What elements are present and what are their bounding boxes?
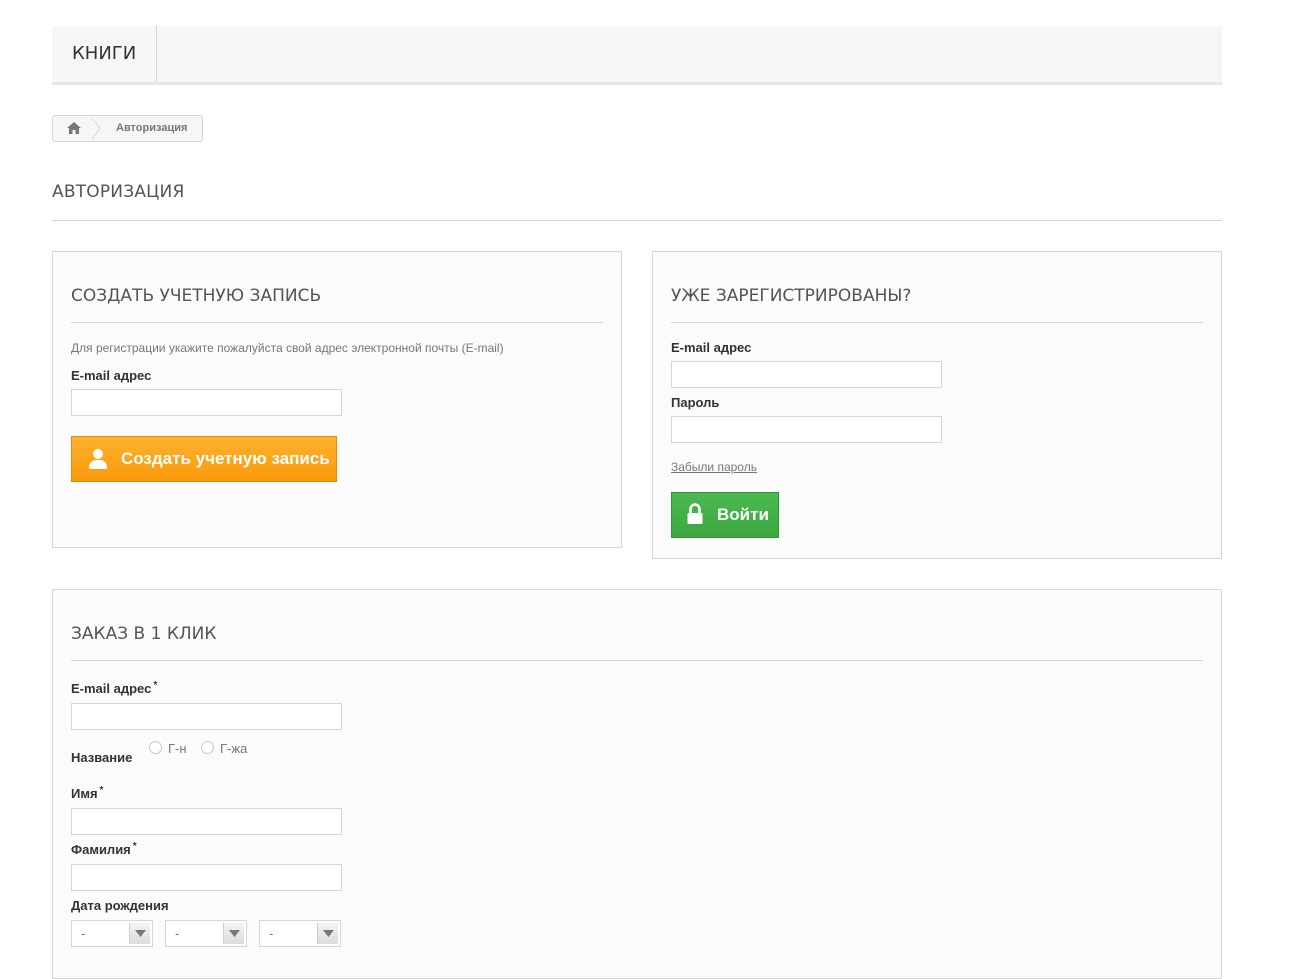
create-account-title: СОЗДАТЬ УЧЕТНУЮ ЗАПИСЬ bbox=[71, 285, 603, 323]
birth-year-select[interactable]: - bbox=[259, 920, 341, 947]
birth-day-value: - bbox=[81, 926, 86, 941]
radio-mr[interactable]: Г-н bbox=[149, 741, 187, 757]
radio-mrs-label: Г-жа bbox=[220, 741, 248, 756]
salutation-label: Название bbox=[71, 750, 133, 765]
home-icon bbox=[67, 122, 81, 134]
first-name-label-text: Имя bbox=[71, 786, 98, 801]
login-button[interactable]: Войти bbox=[671, 492, 779, 538]
lock-icon bbox=[687, 503, 703, 524]
first-name-label: Имя * bbox=[71, 785, 104, 802]
last-name-label: Фамилия * bbox=[71, 841, 137, 858]
login-title: УЖЕ ЗАРЕГИСТРИРОВАНЫ? bbox=[671, 285, 1203, 323]
order-email-input[interactable] bbox=[71, 703, 342, 730]
login-button-label: Войти bbox=[717, 505, 769, 524]
create-account-form: СОЗДАТЬ УЧЕТНУЮ ЗАПИСЬ Для регистрации у… bbox=[52, 251, 622, 548]
user-icon bbox=[89, 449, 107, 469]
create-account-button[interactable]: Создать учетную запись bbox=[71, 436, 337, 482]
login-email-input[interactable] bbox=[671, 361, 942, 388]
birth-month-value: - bbox=[175, 926, 180, 941]
birth-day-select[interactable]: - bbox=[71, 920, 153, 947]
create-email-label: E-mail адрес bbox=[71, 368, 152, 383]
one-click-order-form: ЗАКАЗ В 1 КЛИК E-mail адрес * Название Г-… bbox=[52, 589, 1222, 979]
create-email-input[interactable] bbox=[71, 389, 342, 416]
one-click-title: ЗАКАЗ В 1 КЛИК bbox=[71, 623, 1203, 661]
password-label: Пароль bbox=[671, 395, 720, 410]
menu-item-books[interactable]: КНИГИ bbox=[52, 26, 157, 82]
chevron-down-icon[interactable] bbox=[129, 923, 150, 944]
birth-year-value: - bbox=[269, 926, 274, 941]
create-account-hint: Для регистрации укажите пожалуйста свой … bbox=[71, 341, 504, 355]
breadcrumb-separator bbox=[91, 117, 101, 140]
required-mark: * bbox=[132, 841, 137, 852]
radio-mrs-circle[interactable] bbox=[201, 741, 214, 754]
password-input[interactable] bbox=[671, 416, 942, 443]
required-mark: * bbox=[99, 785, 104, 796]
login-form: УЖЕ ЗАРЕГИСТРИРОВАНЫ? E-mail адрес Парол… bbox=[652, 251, 1222, 559]
forgot-password-link[interactable]: Забыли пароль bbox=[671, 460, 757, 474]
order-email-label-text: E-mail адрес bbox=[71, 681, 152, 696]
order-email-label: E-mail адрес * bbox=[71, 680, 158, 697]
breadcrumb-home-link[interactable] bbox=[53, 116, 93, 141]
radio-mrs[interactable]: Г-жа bbox=[201, 741, 247, 757]
create-account-button-label: Создать учетную запись bbox=[121, 449, 330, 468]
first-name-input[interactable] bbox=[71, 808, 342, 835]
breadcrumb: Авторизация bbox=[52, 115, 203, 142]
last-name-label-text: Фамилия bbox=[71, 842, 131, 857]
login-email-label: E-mail адрес bbox=[671, 340, 752, 355]
chevron-down-icon[interactable] bbox=[317, 923, 338, 944]
birth-month-select[interactable]: - bbox=[165, 920, 247, 947]
last-name-input[interactable] bbox=[71, 864, 342, 891]
top-menu: КНИГИ bbox=[52, 26, 1222, 85]
required-mark: * bbox=[153, 680, 158, 691]
breadcrumb-current: Авторизация bbox=[116, 122, 188, 134]
radio-mr-circle[interactable] bbox=[149, 741, 162, 754]
radio-mr-label: Г-н bbox=[168, 741, 187, 756]
page-title: АВТОРИЗАЦИЯ bbox=[52, 178, 1222, 221]
chevron-down-icon[interactable] bbox=[223, 923, 244, 944]
birthdate-label: Дата рождения bbox=[71, 898, 169, 913]
